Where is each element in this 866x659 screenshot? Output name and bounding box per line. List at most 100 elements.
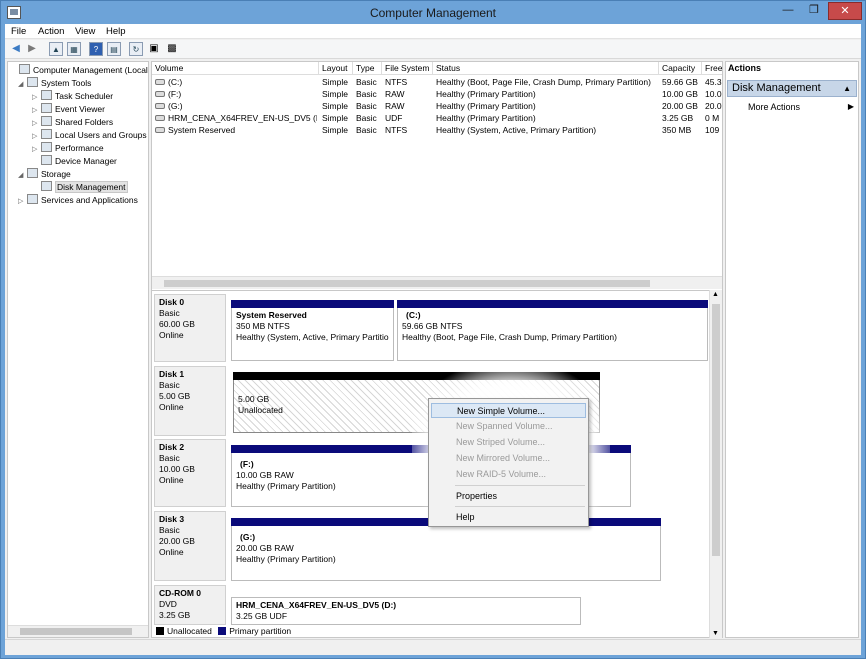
toolbar: ◀ ▶ ▲ ▦ ? ▤ ↻ ▣ ▩	[5, 40, 861, 59]
tree-item-event-viewer[interactable]: ▷ Event Viewer	[32, 103, 105, 116]
storage-icon	[27, 168, 38, 178]
tree-item-disk-management[interactable]: Disk Management	[32, 181, 128, 194]
properties-icon[interactable]: ▤	[107, 42, 121, 56]
menu-item-help[interactable]: Help	[431, 510, 586, 525]
app-window: Computer Management — ❐ ✕ File Action Vi…	[0, 0, 866, 659]
client-area: File Action View Help ◀ ▶ ▲ ▦ ? ▤ ↻ ▣ ▩ …	[5, 24, 861, 655]
menu-action[interactable]: Action	[38, 26, 64, 37]
scroll-down-arrow-icon[interactable]: ▼	[712, 630, 719, 637]
column-header-capacity[interactable]: Capacity	[659, 62, 702, 75]
back-arrow-icon[interactable]: ◀	[9, 42, 23, 56]
partition-c[interactable]: (C:) 59.66 GB NTFS Healthy (Boot, Page F…	[397, 300, 708, 361]
tree-item-local-users-groups[interactable]: ▷ Local Users and Groups	[32, 129, 147, 142]
tree-item-task-scheduler[interactable]: ▷ Task Scheduler	[32, 90, 113, 103]
primary-partition-bar	[397, 300, 708, 308]
forward-arrow-icon[interactable]: ▶	[25, 42, 39, 56]
scrollbar-thumb[interactable]	[20, 628, 132, 635]
volume-list: Volume Layout Type File System Status Ca…	[151, 61, 723, 307]
disk-icon	[41, 181, 52, 191]
folder-icon	[41, 116, 52, 126]
disk-name: Disk 0	[159, 297, 185, 307]
menu-item-new-simple-volume[interactable]: New Simple Volume...	[431, 403, 586, 418]
expand-arrow-icon[interactable]: ▷	[18, 195, 27, 208]
view-disks-icon[interactable]: ▩	[165, 42, 179, 56]
menu-separator	[455, 485, 585, 486]
column-header-layout[interactable]: Layout	[319, 62, 353, 75]
volume-list-horizontal-scrollbar[interactable]	[152, 276, 722, 289]
scrollbar-thumb[interactable]	[712, 304, 720, 556]
disk-1-label[interactable]: Disk 1 Basic 5.00 GB Online	[154, 366, 226, 436]
drive-icon	[155, 103, 165, 109]
column-header-volume[interactable]: Volume	[152, 62, 319, 75]
computer-icon	[19, 64, 30, 74]
disk-3-label[interactable]: Disk 3 Basic 20.00 GB Online	[154, 511, 226, 581]
menu-item-new-spanned-volume[interactable]: New Spanned Volume...	[431, 419, 586, 434]
drive-icon	[155, 91, 165, 97]
users-icon	[41, 129, 52, 139]
actions-section-disk-management[interactable]: Disk Management ▲	[727, 80, 857, 97]
menu-item-new-raid5-volume[interactable]: New RAID-5 Volume...	[431, 467, 586, 482]
title-bar[interactable]: Computer Management — ❐ ✕	[1, 1, 865, 25]
primary-partition-swatch	[218, 627, 227, 635]
collapse-arrow-icon[interactable]: ◢	[18, 78, 27, 91]
window-title: Computer Management	[369, 6, 497, 20]
actions-pane: Actions Disk Management ▲ More Actions ▶	[725, 61, 859, 638]
status-bar	[5, 639, 861, 655]
tree-item-computer-management[interactable]: Computer Management (Local	[10, 64, 148, 77]
volume-row[interactable]: (F:) Simple Basic RAW Healthy (Primary P…	[152, 88, 722, 100]
help-icon[interactable]: ?	[89, 42, 103, 56]
partition-system-reserved[interactable]: System Reserved 350 MB NTFS Healthy (Sys…	[231, 300, 394, 361]
menu-item-properties[interactable]: Properties	[431, 489, 586, 504]
disk-2-label[interactable]: Disk 2 Basic 10.00 GB Online	[154, 439, 226, 507]
tools-icon	[27, 77, 38, 87]
disk-0-label[interactable]: Disk 0 Basic 60.00 GB Online	[154, 294, 226, 362]
export-list-icon[interactable]: ▣	[147, 42, 161, 56]
primary-partition-bar	[231, 300, 394, 308]
close-button[interactable]: ✕	[828, 2, 862, 20]
cdrom-0-label[interactable]: CD-ROM 0 DVD 3.25 GB	[154, 585, 226, 625]
scroll-up-arrow-icon[interactable]: ▲	[712, 291, 719, 298]
cd-drive-icon	[155, 115, 165, 121]
tree-item-storage[interactable]: ◢ Storage	[18, 168, 71, 181]
minimize-button[interactable]: —	[775, 2, 801, 20]
tree-horizontal-scrollbar[interactable]	[8, 625, 148, 637]
column-header-file-system[interactable]: File System	[382, 62, 433, 75]
drive-icon	[155, 79, 165, 85]
maximize-button[interactable]: ❐	[801, 2, 827, 20]
up-folder-icon[interactable]: ▲	[49, 42, 63, 56]
tree-item-device-manager[interactable]: Device Manager	[32, 155, 117, 168]
performance-icon	[41, 142, 52, 152]
menu-item-new-mirrored-volume[interactable]: New Mirrored Volume...	[431, 451, 586, 466]
refresh-icon[interactable]: ↻	[129, 42, 143, 56]
tree-item-services-applications[interactable]: ▷ Services and Applications	[18, 194, 138, 207]
tree-item-shared-folders[interactable]: ▷ Shared Folders	[32, 116, 113, 129]
context-menu: New Simple Volume... New Spanned Volume.…	[428, 398, 589, 527]
column-header-free[interactable]: Free	[702, 62, 722, 75]
volume-row[interactable]: (C:) Simple Basic NTFS Healthy (Boot, Pa…	[152, 76, 722, 88]
submenu-arrow-icon: ▶	[847, 102, 854, 111]
collapse-caret-icon[interactable]: ▲	[843, 81, 851, 96]
collapse-arrow-icon[interactable]: ◢	[18, 169, 27, 182]
volume-list-header: Volume Layout Type File System Status Ca…	[152, 62, 722, 75]
tree-item-performance[interactable]: ▷ Performance	[32, 142, 104, 155]
volume-row[interactable]: HRM_CENA_X64FREV_EN-US_DV5 (D:) Simple B…	[152, 112, 722, 124]
menu-file[interactable]: File	[11, 26, 26, 37]
tree-item-system-tools[interactable]: ◢ System Tools	[18, 77, 91, 90]
menu-help[interactable]: Help	[106, 26, 126, 37]
volume-row[interactable]: System Reserved Simple Basic NTFS Health…	[152, 124, 722, 136]
column-header-type[interactable]: Type	[353, 62, 382, 75]
show-hide-tree-icon[interactable]: ▦	[67, 42, 81, 56]
more-actions-item[interactable]: More Actions	[748, 102, 800, 112]
legend: Unallocated Primary partition	[152, 625, 722, 637]
volume-row[interactable]: (G:) Simple Basic RAW Healthy (Primary P…	[152, 100, 722, 112]
drive-icon	[155, 127, 165, 133]
menu-view[interactable]: View	[75, 26, 95, 37]
disk-view-vertical-scrollbar[interactable]: ▲ ▼	[709, 290, 722, 638]
column-header-status[interactable]: Status	[433, 62, 659, 75]
device-manager-icon	[41, 155, 52, 165]
menu-separator	[455, 506, 585, 507]
menu-item-new-striped-volume[interactable]: New Striped Volume...	[431, 435, 586, 450]
partition-d[interactable]: HRM_CENA_X64FREV_EN-US_DV5 (D:) 3.25 GB …	[231, 597, 581, 625]
navigation-tree: Computer Management (Local ◢ System Tools…	[7, 61, 149, 638]
scrollbar-thumb[interactable]	[164, 280, 650, 287]
